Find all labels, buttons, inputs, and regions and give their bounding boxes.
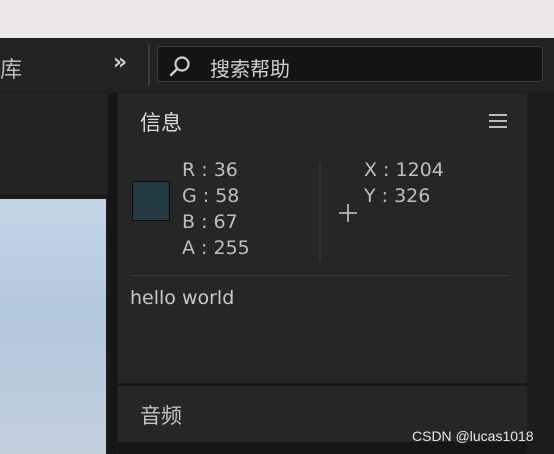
info-divider-vertical xyxy=(319,163,321,261)
watermark-text: CSDN @lucas1018 xyxy=(412,428,534,444)
x-value: 1204 xyxy=(395,159,444,181)
red-value-row: R : 36 xyxy=(182,157,250,183)
panel-menu-icon[interactable] xyxy=(489,114,507,128)
red-label: R : xyxy=(182,159,208,181)
audio-panel-title[interactable]: 音频 xyxy=(140,400,182,430)
crosshair-icon xyxy=(339,204,357,222)
expand-panels-button[interactable]: » xyxy=(104,50,132,76)
info-divider-horizontal xyxy=(130,275,510,276)
search-help-field[interactable]: 搜索帮助 xyxy=(157,46,543,82)
alpha-value: 255 xyxy=(213,237,250,259)
green-value: 58 xyxy=(215,185,240,207)
blue-value-row: B : 67 xyxy=(182,209,250,235)
info-message: hello world xyxy=(130,287,235,309)
right-edge-panel xyxy=(527,93,554,454)
blue-value: 67 xyxy=(213,211,238,233)
window-corner xyxy=(526,0,554,38)
x-label: X : xyxy=(364,159,390,181)
red-value: 36 xyxy=(213,159,238,181)
info-panel: 信息 R : 36 G : 58 B : 67 A : 255 X : 1204 xyxy=(118,93,527,383)
info-panel-title[interactable]: 信息 xyxy=(140,107,182,137)
green-value-row: G : 58 xyxy=(182,183,250,209)
library-tab-label[interactable]: 库 xyxy=(0,52,22,84)
alpha-value-row: A : 255 xyxy=(182,235,250,261)
canvas-preview[interactable] xyxy=(0,199,106,454)
position-readout: X : 1204 Y : 326 xyxy=(364,157,444,209)
toolbar: 库 » 搜索帮助 xyxy=(0,38,554,92)
x-position-row: X : 1204 xyxy=(364,157,444,183)
y-label: Y : xyxy=(364,185,389,207)
window-titlebar xyxy=(0,0,554,39)
y-value: 326 xyxy=(394,185,431,207)
color-swatch xyxy=(132,181,170,221)
y-position-row: Y : 326 xyxy=(364,183,444,209)
blue-label: B : xyxy=(182,211,208,233)
search-icon xyxy=(169,56,190,77)
color-readout: R : 36 G : 58 B : 67 A : 255 xyxy=(182,157,250,261)
search-input[interactable]: 搜索帮助 xyxy=(210,53,290,82)
left-panel xyxy=(0,93,112,454)
alpha-label: A : xyxy=(182,237,208,259)
left-panel-header xyxy=(0,93,108,196)
green-label: G : xyxy=(182,185,210,207)
panel-resize-gutter[interactable] xyxy=(108,93,117,454)
toolbar-divider xyxy=(148,44,150,86)
